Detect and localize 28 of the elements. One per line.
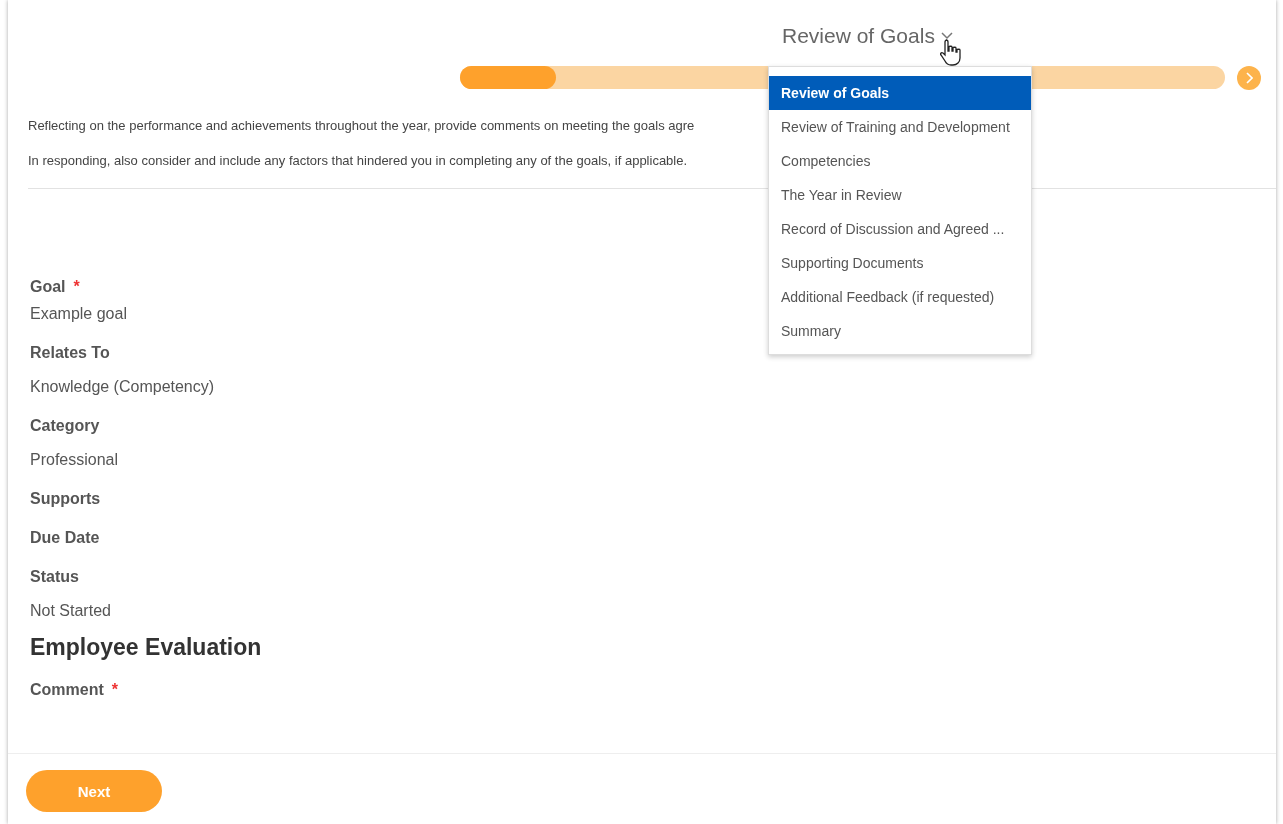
menu-item[interactable]: Competencies xyxy=(769,144,1031,178)
field-label: Comment xyxy=(30,681,104,698)
field-label: Due Date xyxy=(30,528,101,548)
field-label: Relates To xyxy=(30,343,111,363)
menu-item[interactable]: Review of Training and Development xyxy=(769,110,1031,144)
field-value: Example goal xyxy=(30,304,128,324)
chevron-down-icon xyxy=(940,32,953,40)
field-value: Not Started xyxy=(30,601,112,621)
field-label: Supports xyxy=(30,489,102,509)
menu-item[interactable]: Supporting Documents xyxy=(769,246,1031,280)
field-value: Professional xyxy=(30,450,120,470)
instruction-text: In responding, also consider and include any factors that hindered you in completing any of the goals, if applicable. xyxy=(28,153,688,168)
field-label: Status xyxy=(30,567,80,587)
field-label: Category xyxy=(30,416,101,436)
field-label: Goal xyxy=(30,278,66,295)
section-heading: Employee Evaluation xyxy=(30,633,263,661)
next-step-button[interactable] xyxy=(1237,66,1261,90)
step-title[interactable]: Review of Goals xyxy=(782,24,953,48)
field-value: Knowledge (Competency) xyxy=(30,377,216,397)
instruction-text: Reflecting on the performance and achievements throughout the year, provide comments on meeting the goals agre xyxy=(28,118,695,133)
menu-item[interactable]: Additional Feedback (if requested) xyxy=(769,280,1031,314)
required-mark: * xyxy=(111,681,118,698)
required-mark: * xyxy=(73,278,80,295)
menu-item[interactable]: The Year in Review xyxy=(769,178,1031,212)
chevron-right-icon xyxy=(1245,72,1253,84)
menu-item[interactable]: Record of Discussion and Agreed ... xyxy=(769,212,1031,246)
menu-item[interactable]: Review of Goals xyxy=(769,76,1031,110)
menu-item[interactable]: Summary xyxy=(769,314,1031,348)
